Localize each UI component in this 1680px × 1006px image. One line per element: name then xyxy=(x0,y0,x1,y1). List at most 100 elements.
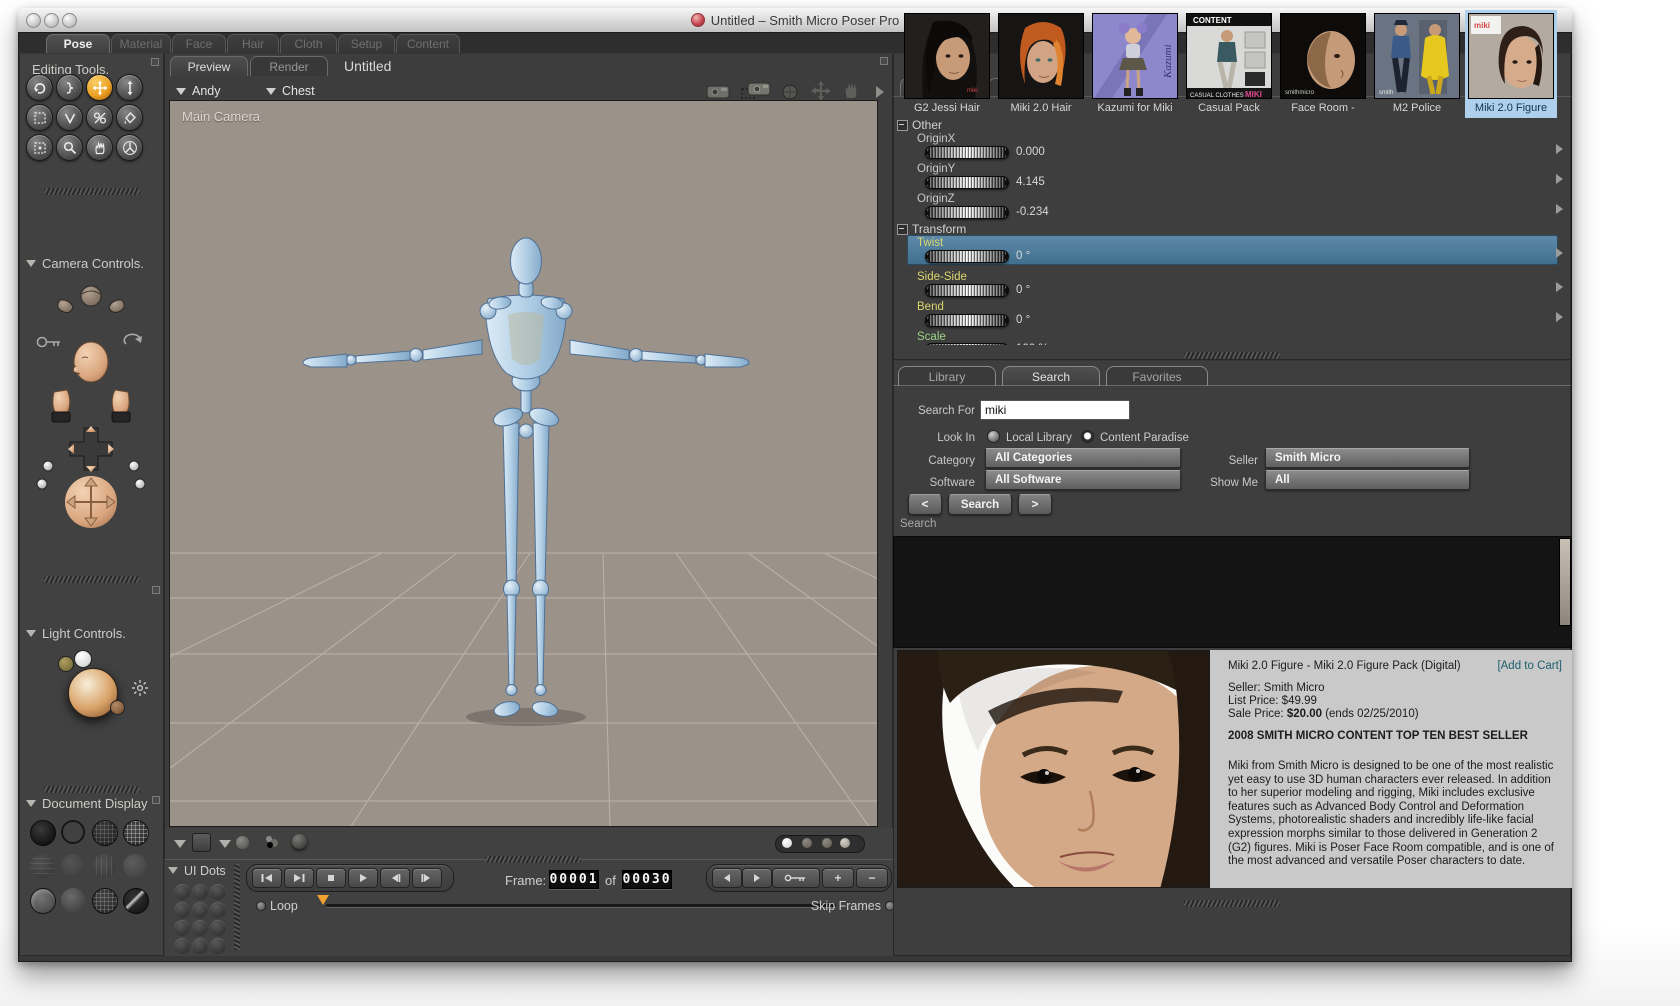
current-frame-counter[interactable]: 00001 xyxy=(549,870,599,889)
camera-view-icon[interactable] xyxy=(706,82,732,99)
ui-dot[interactable] xyxy=(210,902,226,918)
result-m2-police[interactable]: smith M2 Police xyxy=(1371,10,1463,118)
tracking-dot[interactable] xyxy=(840,838,850,848)
collapse-triangle-icon[interactable] xyxy=(26,260,36,267)
param-dial-originx[interactable] xyxy=(925,146,1009,159)
tab-pose[interactable]: Pose xyxy=(46,34,110,53)
tool-rotate[interactable] xyxy=(26,74,53,101)
result-miki-20-hair[interactable]: Miki 2.0 Hair xyxy=(995,10,1087,118)
param-dial-scale[interactable] xyxy=(925,343,1009,345)
result-kazumi-for-miki[interactable]: Kazumi Kazumi for Miki xyxy=(1089,10,1181,118)
next-page-button[interactable]: > xyxy=(1018,494,1052,515)
document-collapse-icon[interactable] xyxy=(880,57,888,65)
radio-content-paradise-label[interactable]: Content Paradise xyxy=(1100,432,1189,444)
param-value[interactable]: 0 ° xyxy=(1016,250,1030,262)
param-menu-arrow-icon[interactable] xyxy=(1556,248,1563,258)
radio-content-paradise[interactable] xyxy=(1081,430,1094,443)
param-value[interactable]: 4.145 xyxy=(1016,176,1045,188)
software-dropdown[interactable]: All Software xyxy=(985,470,1181,490)
style-menu-icon[interactable] xyxy=(219,840,231,848)
tracking-dot-active[interactable] xyxy=(782,838,792,848)
panel-arrow-icon[interactable] xyxy=(876,86,884,98)
tool-chain-break[interactable] xyxy=(86,104,113,131)
display-style-cartoon[interactable] xyxy=(123,854,147,878)
depth-cue-menu-icon[interactable] xyxy=(174,840,186,848)
display-style-smooth-shaded[interactable] xyxy=(30,888,56,914)
tab-hair[interactable]: Hair xyxy=(227,34,279,53)
grab-hand-icon[interactable] xyxy=(844,80,858,100)
display-style-texture-shaded[interactable] xyxy=(123,888,149,914)
param-dial-side-side[interactable] xyxy=(925,284,1009,297)
sidebar-grip[interactable] xyxy=(44,576,140,583)
timeline-divider-grip[interactable] xyxy=(234,864,240,950)
tool-color[interactable] xyxy=(116,104,143,131)
display-style-flat-shaded[interactable] xyxy=(61,854,85,878)
document-display-collapse-icon[interactable] xyxy=(152,796,160,804)
display-style-lit-wireframe[interactable] xyxy=(30,854,54,878)
ui-dot[interactable] xyxy=(210,920,226,936)
radio-local-library[interactable] xyxy=(987,430,1000,443)
library-grip[interactable] xyxy=(1184,352,1280,359)
search-input[interactable] xyxy=(980,400,1130,420)
param-dial-bend[interactable] xyxy=(925,314,1009,327)
result-casual-pack[interactable]: CONTENT CASUAL CLOTHES MIKI Casual Pack xyxy=(1183,10,1275,118)
param-value[interactable]: 100 % xyxy=(1016,343,1049,345)
radio-local-library-label[interactable]: Local Library xyxy=(1006,432,1072,444)
bottom-panel-grip[interactable] xyxy=(1184,900,1280,907)
tool-morphing[interactable] xyxy=(116,134,143,161)
seller-dropdown[interactable]: Smith Micro xyxy=(1265,448,1470,468)
step-forward-button[interactable] xyxy=(412,868,442,888)
first-frame-button[interactable] xyxy=(252,868,282,888)
tracking-dot[interactable] xyxy=(802,838,812,848)
prev-page-button[interactable]: < xyxy=(908,494,942,515)
group-collapse-transform[interactable] xyxy=(897,224,908,235)
ui-dot[interactable] xyxy=(174,884,190,900)
tool-twist[interactable] xyxy=(56,74,83,101)
param-value[interactable]: 0 ° xyxy=(1016,284,1030,296)
tracking-dot[interactable] xyxy=(822,838,832,848)
display-style-silhouette[interactable] xyxy=(30,820,56,846)
tool-grouping[interactable] xyxy=(26,134,53,161)
param-menu-arrow-icon[interactable] xyxy=(1556,204,1563,214)
tab-face[interactable]: Face xyxy=(172,34,226,53)
sidebar-grip[interactable] xyxy=(44,188,140,195)
ui-dot[interactable] xyxy=(210,938,226,954)
ui-dot[interactable] xyxy=(210,884,226,900)
camera-select-icon[interactable] xyxy=(740,80,772,100)
tab-material[interactable]: Material xyxy=(111,34,171,53)
param-dial-twist[interactable] xyxy=(925,250,1009,263)
ui-dot[interactable] xyxy=(192,884,208,900)
add-to-cart-link[interactable]: [Add to Cart] xyxy=(1497,660,1562,672)
tool-direct-manipulation[interactable] xyxy=(86,134,113,161)
display-style-hidden-line[interactable] xyxy=(123,820,149,846)
tab-cloth[interactable]: Cloth xyxy=(280,34,337,53)
tool-taper[interactable] xyxy=(56,104,83,131)
collapse-triangle-icon[interactable] xyxy=(26,630,36,637)
result-g2-jessi-hair[interactable]: miki G2 Jessi Hair xyxy=(901,10,993,118)
group-collapse-other[interactable] xyxy=(897,120,908,131)
sidebar-grip[interactable] xyxy=(44,786,140,793)
last-frame-button[interactable] xyxy=(284,868,314,888)
param-menu-arrow-icon[interactable] xyxy=(1556,312,1563,322)
ui-dot[interactable] xyxy=(192,938,208,954)
param-dial-originy[interactable] xyxy=(925,176,1009,189)
collapse-triangle-icon[interactable] xyxy=(168,867,178,874)
light-controls-collapse-icon[interactable] xyxy=(152,586,160,594)
tab-preview[interactable]: Preview xyxy=(170,56,248,76)
add-keyframe-button[interactable]: + xyxy=(822,868,854,888)
tab-search[interactable]: Search xyxy=(1002,366,1100,386)
tool-view-magnifier[interactable] xyxy=(56,134,83,161)
timeline-track[interactable] xyxy=(326,904,836,907)
step-back-button[interactable] xyxy=(380,868,410,888)
edit-keyframes-button[interactable] xyxy=(772,868,820,888)
param-dial-originz[interactable] xyxy=(925,206,1009,219)
tab-render[interactable]: Render xyxy=(250,56,328,76)
loop-indicator[interactable] xyxy=(256,901,266,911)
result-miki-20-figure-selected[interactable]: miki Miki 2.0 Figure xyxy=(1465,10,1557,118)
search-button[interactable]: Search xyxy=(948,494,1012,515)
actor-menu[interactable]: Chest xyxy=(266,84,315,98)
total-frames-counter[interactable]: 00030 xyxy=(622,870,672,889)
timeline-grip[interactable] xyxy=(485,856,581,863)
param-menu-arrow-icon[interactable] xyxy=(1556,144,1563,154)
figure-menu[interactable]: Andy xyxy=(176,84,221,98)
